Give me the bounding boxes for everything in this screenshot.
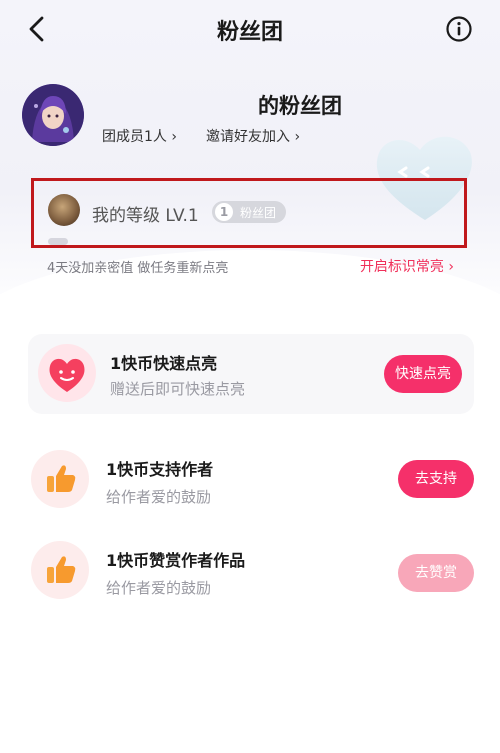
level-progress-bar <box>48 238 68 245</box>
members-link[interactable]: 团成员1人 › <box>102 126 177 146</box>
reward-button[interactable]: 去赞赏 <box>398 554 474 592</box>
task-title: 1快币赞赏作者作品 <box>106 551 246 570</box>
intimacy-warning-text: 4天没加亲密值 做任务重新点亮 <box>47 261 229 276</box>
nav-bar: 粉丝团 <box>0 0 500 60</box>
user-avatar <box>48 194 80 226</box>
badge-level-number: 1 <box>215 203 233 221</box>
level-highlight-box[interactable]: 我的等级 LV.1 1 粉丝团 <box>31 178 467 248</box>
heart-smile-icon <box>38 344 96 402</box>
thumbs-up-icon <box>31 450 89 508</box>
avatar-image <box>22 84 84 146</box>
badge-label: 粉丝团 <box>240 206 277 220</box>
fan-group-badge: 1 粉丝团 <box>212 201 286 223</box>
fan-group-page: 粉丝团 的粉丝团 团成员1人 › 邀请好友加入 › 我的等级 LV.1 1 粉丝… <box>0 0 500 753</box>
task-title: 1快币支持作者 <box>106 460 214 479</box>
group-name: 的粉丝团 <box>258 94 342 118</box>
quick-light-button[interactable]: 快速点亮 <box>384 355 462 393</box>
task-subtitle: 给作者爱的鼓励 <box>106 488 212 506</box>
task-subtitle: 给作者爱的鼓励 <box>106 579 212 597</box>
invite-link[interactable]: 邀请好友加入 › <box>206 126 300 146</box>
page-title: 粉丝团 <box>216 20 283 45</box>
info-icon <box>446 16 472 42</box>
task-title: 1快币快速点亮 <box>110 354 218 373</box>
task-card-reward-work: 1快币赞赏作者作品 给作者爱的鼓励 去赞赏 <box>28 537 474 607</box>
thumbs-up-icon <box>31 541 89 599</box>
info-button[interactable] <box>446 16 472 42</box>
group-avatar[interactable] <box>22 84 84 146</box>
enable-badge-link[interactable]: 开启标识常亮 › <box>360 256 454 276</box>
task-card-support-author: 1快币支持作者 给作者爱的鼓励 去支持 <box>28 446 474 516</box>
support-button[interactable]: 去支持 <box>398 460 474 498</box>
task-card-quick-light: 1快币快速点亮 赠送后即可快速点亮 快速点亮 <box>28 334 474 414</box>
task-subtitle: 赠送后即可快速点亮 <box>110 380 246 398</box>
level-label: 我的等级 LV.1 <box>92 206 199 226</box>
